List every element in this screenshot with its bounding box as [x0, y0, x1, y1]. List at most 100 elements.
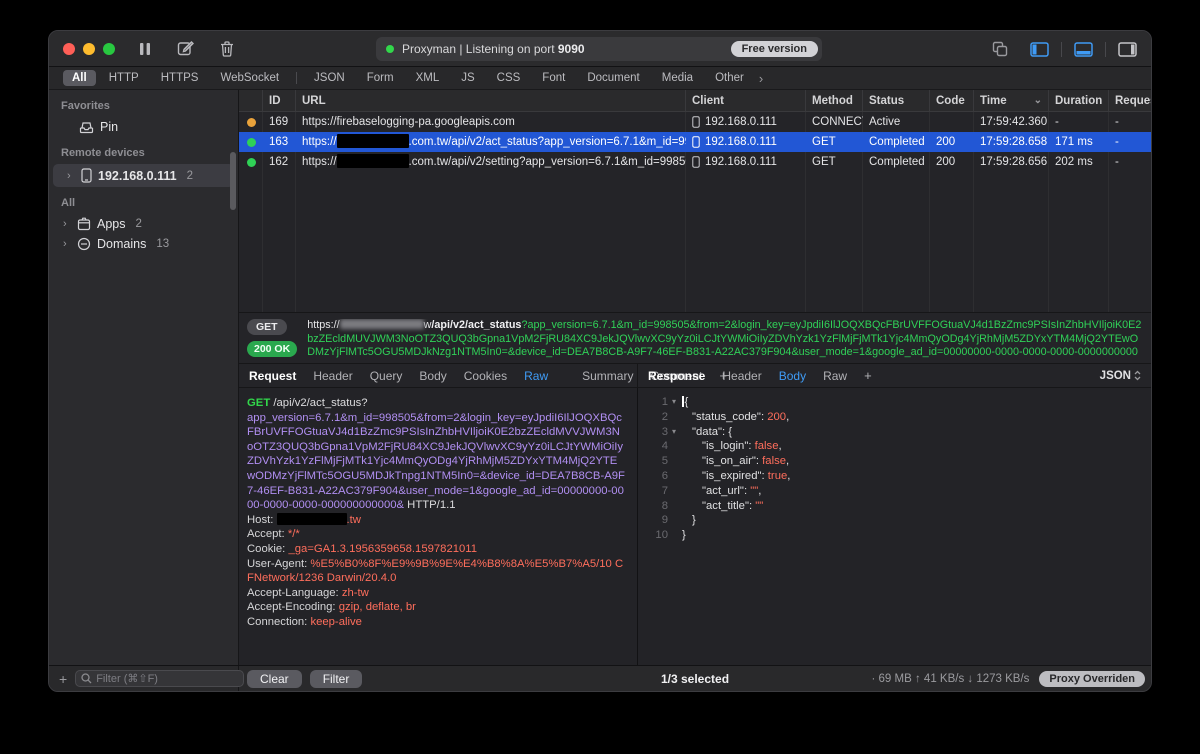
tab-request-summary[interactable]: Summary — [582, 369, 633, 383]
chevron-right-icon[interactable]: › — [67, 170, 75, 182]
filter-input-box[interactable] — [75, 670, 244, 687]
search-icon — [81, 673, 92, 684]
tab-request[interactable]: Request — [249, 369, 296, 383]
sidebar-item-device[interactable]: › 192.168.0.111 2 — [53, 164, 234, 187]
zoom-button[interactable] — [103, 43, 115, 55]
minimize-button[interactable] — [83, 43, 95, 55]
copy-icon[interactable] — [992, 41, 1008, 57]
content-filter-tabs: All HTTP HTTPS WebSocket JSON Form XML J… — [49, 67, 1151, 90]
tab-request-body[interactable]: Body — [419, 369, 446, 383]
sidebar-item-pin[interactable]: Pin — [49, 117, 238, 137]
json-line: 9} — [644, 513, 1151, 528]
column-header-method[interactable]: Method — [806, 90, 863, 111]
status-bar-sidebar-section: + — [49, 666, 239, 691]
column-header-duration[interactable]: Duration — [1049, 90, 1109, 111]
sidebar-item-apps[interactable]: › Apps 2 — [49, 214, 238, 234]
response-format-select[interactable]: JSON — [1100, 370, 1141, 382]
filter-tab-json[interactable]: JSON — [305, 70, 354, 86]
redacted-host — [277, 513, 347, 525]
filter-tab-http[interactable]: HTTP — [100, 70, 148, 86]
text-cursor — [682, 396, 684, 407]
add-filter-icon[interactable]: + — [49, 671, 75, 687]
sidebar: Favorites Pin Remote devices › 192.168.0… — [49, 90, 239, 665]
json-line: 7"act_url": "", — [644, 484, 1151, 499]
pause-capture-icon[interactable] — [139, 42, 151, 56]
sidebar-header-all: All — [49, 187, 238, 214]
sidebar-item-label: 192.168.0.111 — [98, 169, 177, 183]
stepper-chevrons-icon — [1134, 370, 1141, 381]
flow-table-header: ID URL Client Method Status Code Time⌄ D… — [239, 90, 1151, 112]
toggle-right-panel-icon[interactable] — [1118, 42, 1137, 57]
column-header-code[interactable]: Code — [930, 90, 974, 111]
column-header-time[interactable]: Time⌄ — [974, 90, 1049, 111]
close-button[interactable] — [63, 43, 75, 55]
full-url-text[interactable]: https://w/api/v2/act_status?app_version=… — [307, 319, 1143, 358]
tab-request-cookies[interactable]: Cookies — [464, 369, 507, 383]
tab-response-body[interactable]: Body — [779, 369, 806, 383]
request-raw-pane[interactable]: GET /api/v2/act_status? app_version=6.7.… — [239, 388, 638, 665]
redacted-domain — [337, 134, 409, 148]
filter-tab-document[interactable]: Document — [578, 70, 648, 86]
table-row-selected[interactable]: 163 https://.com.tw/api/v2/act_status?ap… — [239, 132, 1151, 152]
pin-tray-icon — [79, 121, 94, 134]
filter-tab-xml[interactable]: XML — [407, 70, 449, 86]
filter-tab-https[interactable]: HTTPS — [152, 70, 208, 86]
chevron-right-icon[interactable]: › — [63, 238, 71, 250]
filter-tab-media[interactable]: Media — [653, 70, 702, 86]
phone-icon — [81, 168, 92, 183]
chevron-right-icon[interactable]: › — [63, 218, 71, 230]
tab-response[interactable]: Response — [648, 369, 705, 383]
status-bar: + Clear Filter 1/3 selected · 69 MB ↑ 41… — [49, 665, 1151, 691]
trash-icon[interactable] — [220, 41, 234, 57]
filter-input[interactable] — [96, 673, 238, 685]
filter-tab-font[interactable]: Font — [533, 70, 574, 86]
filter-tab-websocket[interactable]: WebSocket — [211, 70, 288, 86]
filter-tab-css[interactable]: CSS — [488, 70, 530, 86]
compose-icon[interactable] — [177, 40, 194, 57]
add-tab-icon[interactable]: + — [864, 368, 872, 383]
clear-button[interactable]: Clear — [247, 670, 302, 688]
sidebar-header-remote-devices: Remote devices — [49, 137, 238, 164]
toolbar-divider — [1105, 42, 1106, 57]
column-header-url[interactable]: URL — [296, 90, 686, 111]
tab-request-query[interactable]: Query — [370, 369, 403, 383]
column-header-id[interactable]: ID — [263, 90, 296, 111]
json-line: 6"is_expired": true, — [644, 469, 1151, 484]
tab-request-raw[interactable]: Raw — [524, 369, 548, 383]
selection-count: 1/3 selected — [661, 672, 729, 686]
sidebar-item-domains[interactable]: › Domains 13 — [49, 234, 238, 254]
tab-response-raw[interactable]: Raw — [823, 369, 847, 383]
column-header-status[interactable]: Status — [863, 90, 930, 111]
sidebar-item-label: Domains — [97, 237, 146, 251]
filter-tab-form[interactable]: Form — [358, 70, 403, 86]
free-version-badge[interactable]: Free version — [731, 41, 818, 57]
json-line: 10} — [644, 528, 1151, 543]
column-header-client[interactable]: Client — [686, 90, 806, 111]
apps-box-icon — [77, 217, 91, 231]
listening-status-bar[interactable]: Proxyman | Listening on port 9090 Free v… — [376, 37, 822, 61]
filter-tab-js[interactable]: JS — [452, 70, 483, 86]
json-line: 4"is_login": false, — [644, 439, 1151, 454]
filter-button[interactable]: Filter — [310, 670, 363, 688]
tab-request-header[interactable]: Header — [313, 369, 352, 383]
toggle-bottom-panel-icon[interactable] — [1074, 42, 1093, 57]
column-header-state[interactable] — [239, 90, 263, 111]
request-header-line: Accept-Language: zh-tw — [247, 586, 625, 601]
table-row[interactable]: 162 https://.com.tw/api/v2/setting?app_v… — [239, 152, 1151, 172]
toggle-left-panel-icon[interactable] — [1030, 42, 1049, 57]
phone-icon — [692, 136, 700, 148]
json-line: 2"status_code": 200, — [644, 410, 1151, 425]
tabs-overflow-chevron-icon[interactable]: › — [759, 71, 763, 86]
filter-tab-other[interactable]: Other — [706, 70, 753, 86]
tab-response-header[interactable]: Header — [722, 369, 761, 383]
json-line: 5"is_on_air": false, — [644, 454, 1151, 469]
proxy-overridden-badge[interactable]: Proxy Overriden — [1039, 671, 1145, 687]
table-row[interactable]: 169 https://firebaselogging-pa.googleapi… — [239, 112, 1151, 132]
column-header-request[interactable]: Request — [1109, 90, 1152, 111]
request-header-line: Cookie: _ga=GA1.3.1956359658.1597821011 — [247, 542, 625, 557]
response-body-pane[interactable]: 1▾{ 2"status_code": 200, 3▾"data": { 4"i… — [638, 388, 1151, 665]
sidebar-item-count: 2 — [187, 170, 193, 182]
request-header-line: Accept-Encoding: gzip, deflate, br — [247, 600, 625, 615]
sidebar-scrollbar[interactable] — [230, 152, 236, 210]
filter-tab-all[interactable]: All — [63, 70, 96, 86]
